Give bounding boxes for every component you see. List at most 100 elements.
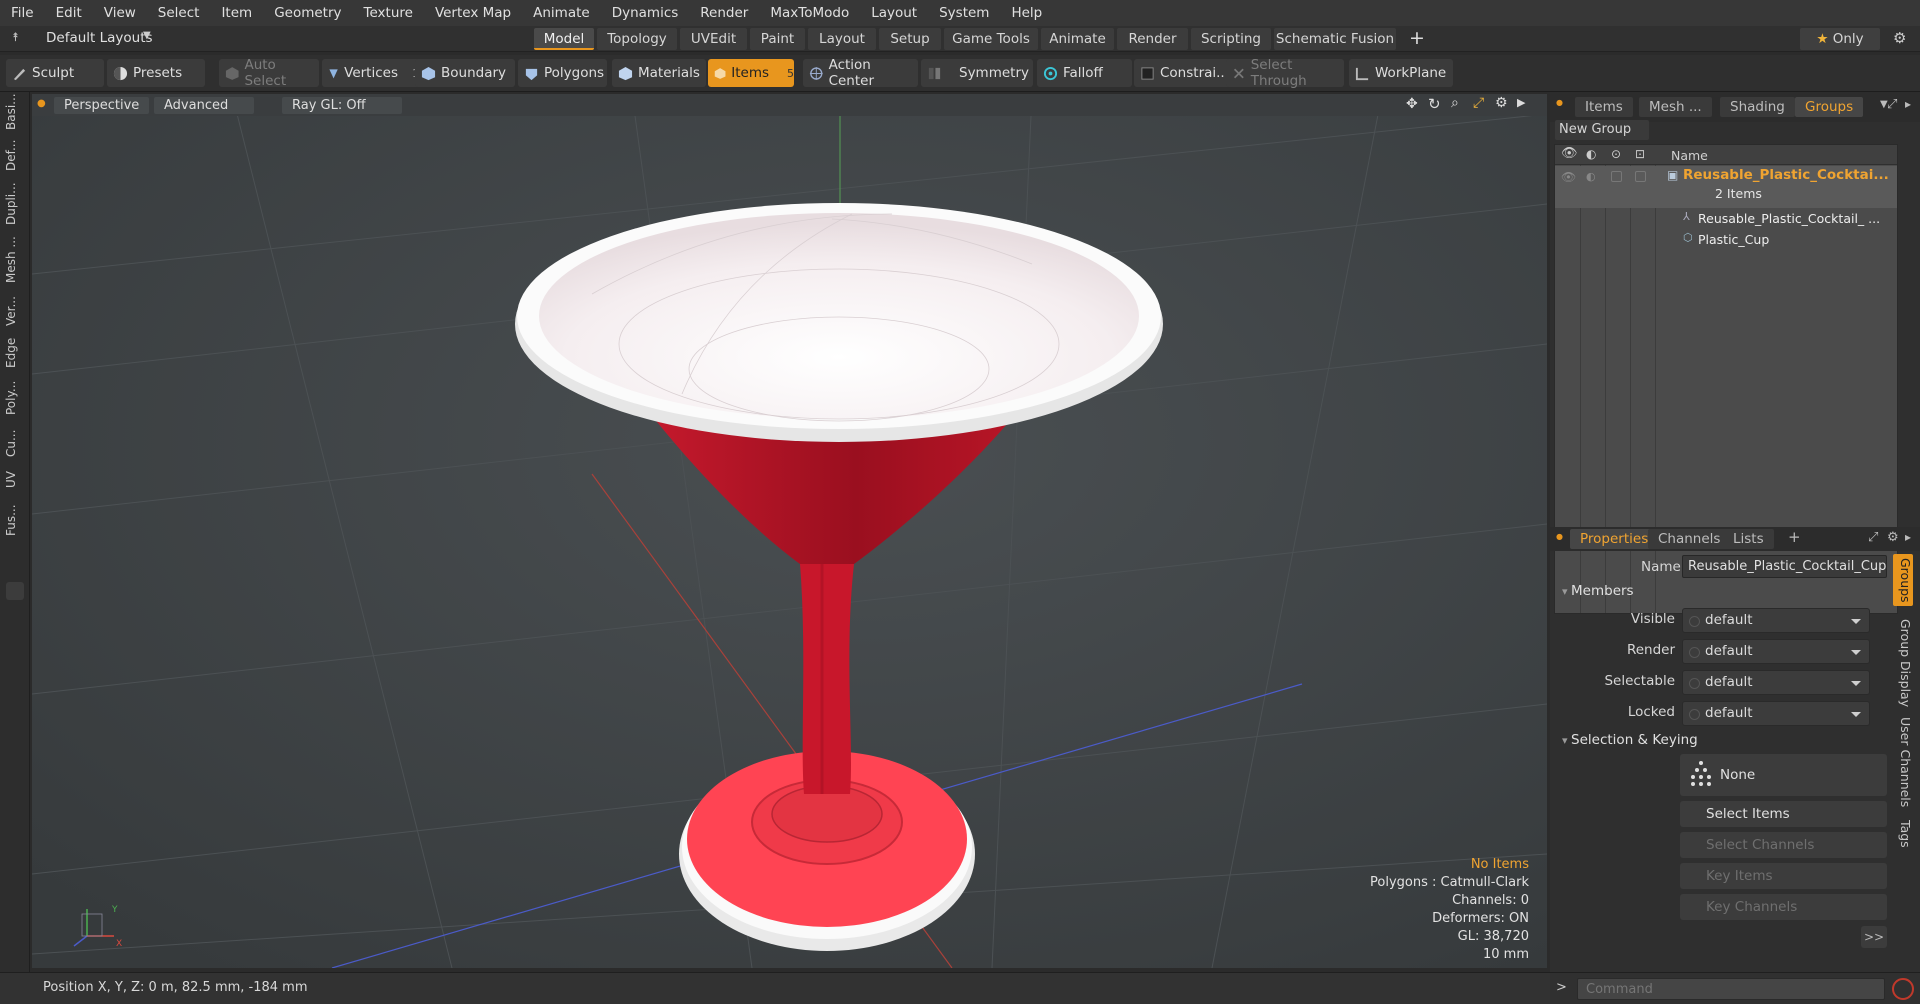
tab-shading[interactable]: Shading [1720, 97, 1795, 117]
lock-icon[interactable]: ⊙ [1611, 147, 1621, 161]
key-items-button[interactable]: Key Items [1680, 863, 1887, 889]
tab-fusion[interactable]: Fus... [4, 500, 26, 540]
gear-icon[interactable]: ⚙ [1893, 29, 1906, 47]
tab-mesh[interactable]: Mesh ... [4, 234, 26, 286]
more-button[interactable]: >> [1861, 926, 1887, 948]
members-section[interactable]: Members [1562, 583, 1634, 599]
tab-setup[interactable]: Setup [879, 28, 941, 50]
perspective-button[interactable]: Perspective [54, 97, 149, 114]
tab-lists[interactable]: Lists [1723, 529, 1774, 549]
group-row[interactable]: 👁 ◐ ▣ Reusable_Plastic_Cocktai... 2 Item… [1555, 166, 1897, 208]
3d-viewport[interactable]: X Y ● Perspective Advanced Ray GL: Off ✥… [32, 94, 1547, 968]
tab-animate[interactable]: Animate [1041, 28, 1114, 50]
selectable-select[interactable]: default [1682, 670, 1870, 695]
add-tab-icon[interactable]: + [1788, 528, 1801, 546]
gear-icon[interactable]: ⚙ [1887, 530, 1899, 545]
menu-select[interactable]: Select [147, 0, 211, 26]
tab-curve[interactable]: Cu... [4, 426, 26, 460]
tab-render[interactable]: Render [1117, 28, 1188, 50]
zoom-view-icon[interactable]: ⌕ [1451, 95, 1459, 111]
tab-model[interactable]: Model [534, 28, 594, 50]
tab-game-tools[interactable]: Game Tools [944, 28, 1038, 50]
key-channels-button[interactable]: Key Channels [1680, 894, 1887, 920]
materials-button[interactable]: Materials [612, 59, 706, 87]
polygons-button[interactable]: Polygons [518, 59, 607, 87]
menu-geometry[interactable]: Geometry [263, 0, 352, 26]
group-select-box[interactable] [1635, 171, 1646, 182]
menu-animate[interactable]: Animate [522, 0, 601, 26]
action-center-button[interactable]: Action Center [803, 57, 918, 89]
group-lock-box[interactable] [1611, 171, 1622, 182]
menu-item[interactable]: Item [210, 0, 263, 26]
tab-properties[interactable]: Properties [1570, 529, 1659, 549]
eye-icon[interactable]: 👁 [1561, 146, 1578, 161]
tab-schematic-fusion[interactable]: Schematic Fusion [1274, 28, 1396, 50]
tab-mesh[interactable]: Mesh ... [1639, 97, 1712, 117]
expand-icon[interactable]: ⤢ [1887, 97, 1897, 112]
menu-texture[interactable]: Texture [353, 0, 424, 26]
tab-edge[interactable]: Edge [4, 336, 26, 370]
rotate-view-icon[interactable]: ↻ [1428, 95, 1441, 113]
select-channels-button[interactable]: Select Channels [1680, 832, 1887, 858]
sculpt-button[interactable]: Sculpt [6, 59, 104, 87]
falloff-button[interactable]: Falloff [1037, 59, 1132, 87]
constraints-button[interactable]: Constrai... [1134, 59, 1230, 87]
tab-group-display[interactable]: Group Display [1893, 614, 1913, 712]
items-button[interactable]: Items 5 [708, 59, 794, 87]
tab-polygon[interactable]: Poly... [4, 376, 26, 420]
menu-file[interactable]: File [0, 0, 45, 26]
vertices-button[interactable]: Vertices 1 [322, 59, 419, 87]
viewport-settings-icon[interactable]: ⚙ [1495, 95, 1508, 111]
tab-layout[interactable]: Layout [808, 28, 876, 50]
tab-topology[interactable]: Topology [597, 28, 677, 50]
auto-select-button[interactable]: Auto Select [219, 57, 319, 89]
tab-scripting[interactable]: Scripting [1191, 28, 1271, 50]
symmetry-button[interactable]: Symmetry [921, 59, 1033, 87]
record-icon[interactable] [1892, 978, 1914, 1000]
viewport-more-icon[interactable]: ▶ [1517, 96, 1525, 109]
locked-select[interactable]: default [1682, 701, 1870, 726]
none-selection-button[interactable]: None [1680, 754, 1887, 796]
menu-help[interactable]: Help [1000, 0, 1053, 26]
render-icon[interactable]: ◐ [1586, 147, 1596, 161]
tab-groups-vertical[interactable]: Groups [1893, 554, 1913, 606]
menu-dynamics[interactable]: Dynamics [601, 0, 690, 26]
left-panel-toggle[interactable] [6, 582, 24, 600]
menu-render[interactable]: Render [689, 0, 759, 26]
select-icon[interactable]: ⊡ [1635, 147, 1645, 161]
group-render-icon[interactable]: ◐ [1586, 170, 1596, 183]
tab-items[interactable]: Items [1575, 97, 1633, 117]
expand-icon[interactable]: ⤢ [1868, 530, 1878, 545]
panel-more-icon[interactable]: ▸ [1905, 97, 1911, 111]
tab-channels[interactable]: Channels [1648, 529, 1731, 549]
menu-system[interactable]: System [928, 0, 1000, 26]
boundary-button[interactable]: Boundary [415, 59, 515, 87]
group-visible-icon[interactable]: 👁 [1561, 170, 1576, 184]
menu-vertex-map[interactable]: Vertex Map [424, 0, 522, 26]
raygl-button[interactable]: Ray GL: Off [282, 97, 402, 114]
list-item[interactable]: ⅄ Reusable_Plastic_Cocktail_ ... [1555, 209, 1897, 229]
menu-view[interactable]: View [93, 0, 147, 26]
tab-user-channels[interactable]: User Channels [1893, 716, 1913, 808]
tab-duplicate[interactable]: Dupli... [4, 180, 26, 228]
tab-uv[interactable]: UV [4, 466, 26, 494]
select-through-button[interactable]: Select Through [1226, 57, 1344, 89]
render-select[interactable]: default [1682, 639, 1870, 664]
shading-button[interactable]: Advanced [154, 97, 254, 114]
layout-arrow-icon[interactable]: ⯭ [12, 30, 19, 45]
name-field[interactable]: Reusable_Plastic_Cocktail_Cup (2 [1682, 555, 1887, 578]
layout-selector[interactable]: Default Layouts [46, 30, 153, 46]
tab-tags[interactable]: Tags [1893, 816, 1913, 852]
only-toggle[interactable]: ★ Only [1800, 28, 1880, 50]
tab-vertex[interactable]: Ver... [4, 292, 26, 330]
fit-view-icon[interactable]: ⤢ [1473, 95, 1484, 111]
visible-select[interactable]: default [1682, 608, 1870, 633]
workplane-button[interactable]: WorkPlane [1349, 59, 1453, 87]
tab-basic[interactable]: Basi... [4, 93, 26, 130]
menu-edit[interactable]: Edit [45, 0, 93, 26]
add-tab-icon[interactable]: + [1409, 27, 1425, 49]
move-view-icon[interactable]: ✥ [1406, 96, 1418, 112]
menu-layout[interactable]: Layout [860, 0, 928, 26]
selection-keying-section[interactable]: Selection & Keying [1562, 732, 1698, 748]
tab-deform[interactable]: Def... [4, 136, 26, 174]
